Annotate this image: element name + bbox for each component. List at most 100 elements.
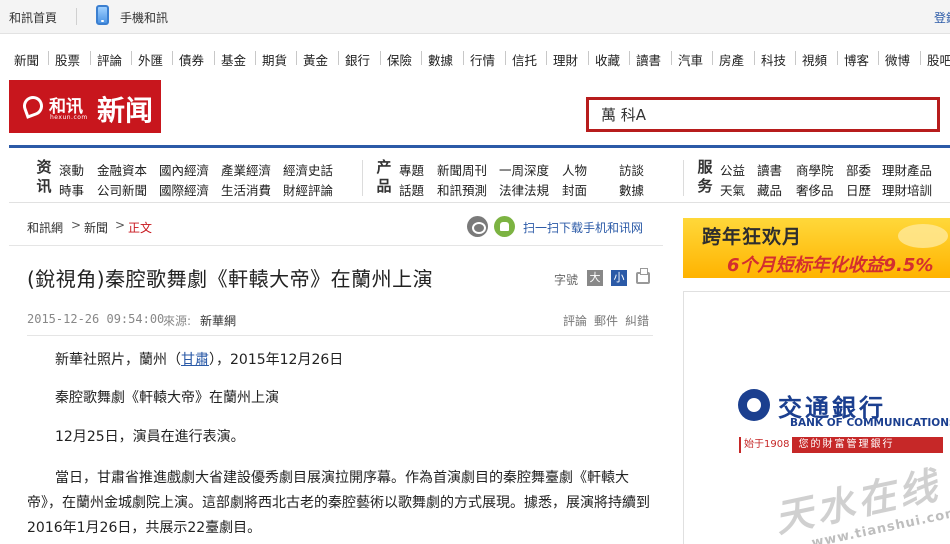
channel-link[interactable]: 收藏 (595, 50, 620, 69)
category-link[interactable]: 專題 (399, 160, 424, 179)
channel-divider (754, 51, 755, 65)
gansu-link[interactable]: 甘肅 (181, 352, 209, 368)
category-link[interactable]: 人物 (562, 160, 587, 179)
channel-link[interactable]: 數據 (428, 50, 453, 69)
category-link[interactable]: 讀書 (757, 160, 782, 179)
channel-divider (338, 51, 339, 65)
channel-link[interactable]: 科技 (761, 50, 786, 69)
logo-news: 新闻 (97, 94, 154, 127)
category-link[interactable]: 商學院 (796, 160, 834, 179)
channel-link[interactable]: 債券 (179, 50, 204, 69)
channel-divider (712, 51, 713, 65)
category-link[interactable]: 公司新聞 (97, 180, 147, 199)
mobile-link[interactable]: 手機和訊 (120, 9, 168, 26)
category-link[interactable]: 話題 (399, 180, 424, 199)
category-link[interactable]: 新聞周刊 (437, 160, 487, 179)
source-label: 來源: (163, 314, 192, 328)
category-link[interactable]: 數據 (619, 180, 644, 199)
category-link[interactable]: 和訊預測 (437, 180, 487, 199)
channel-divider (920, 51, 921, 65)
logo-domain: hexun.com (50, 114, 88, 121)
channel-link[interactable]: 行情 (470, 50, 495, 69)
category-link[interactable]: 部委 (846, 160, 871, 179)
channel-link[interactable]: 黃金 (303, 50, 328, 69)
print-icon[interactable] (636, 268, 650, 284)
category-link[interactable]: 一周深度 (499, 160, 549, 179)
channel-divider (546, 51, 547, 65)
category-link[interactable]: 國內經濟 (159, 160, 209, 179)
channel-link[interactable]: 股票 (55, 50, 80, 69)
channel-link[interactable]: 評論 (97, 50, 122, 69)
search-input[interactable] (589, 100, 937, 129)
category-link[interactable]: 訪談 (619, 160, 644, 179)
category-link[interactable]: 生活消費 (221, 180, 271, 199)
channel-link[interactable]: 信托 (512, 50, 537, 69)
coin-graphic (898, 224, 948, 248)
email-link[interactable]: 郵件 (594, 312, 618, 329)
category-link[interactable]: 滾動 (59, 160, 84, 179)
category-link[interactable]: 封面 (562, 180, 587, 199)
channel-link[interactable]: 微博 (885, 50, 910, 69)
channel-link[interactable]: 理財 (553, 50, 578, 69)
channel-divider (255, 51, 256, 65)
channel-link[interactable]: 外匯 (138, 50, 163, 69)
channel-divider (380, 51, 381, 65)
category-link[interactable]: 金融資本 (97, 160, 147, 179)
paragraph-text: ），2015年12月26日 (209, 352, 344, 368)
channel-link[interactable]: 新聞 (14, 50, 39, 69)
category-link[interactable]: 法律法規 (499, 180, 549, 199)
category-divider (362, 160, 363, 196)
channel-divider (837, 51, 838, 65)
channel-link[interactable]: 基金 (221, 50, 246, 69)
category-divider (683, 160, 684, 196)
category-link[interactable]: 時事 (59, 180, 84, 199)
comment-link[interactable]: 評論 (563, 312, 587, 329)
category-link[interactable]: 國際經濟 (159, 180, 209, 199)
category-title-news: 资讯 (36, 158, 52, 195)
category-link[interactable]: 公益 (720, 160, 745, 179)
category-link[interactable]: 日歷 (846, 180, 871, 199)
article-paragraph: 12月25日，演員在進行表演。 (55, 429, 245, 445)
channel-link[interactable]: 博客 (844, 50, 869, 69)
login-link[interactable]: 登錄 (934, 9, 950, 26)
category-link[interactable]: 財經評論 (283, 180, 333, 199)
article-paragraph: 新華社照片，蘭州（甘肅），2015年12月26日 (27, 349, 653, 372)
source-name[interactable]: 新華網 (200, 312, 236, 329)
android-icon[interactable] (494, 216, 515, 237)
category-link[interactable]: 奢侈品 (796, 180, 834, 199)
channel-link[interactable]: 視頻 (802, 50, 827, 69)
category-link[interactable]: 經濟史話 (283, 160, 333, 179)
promo-headline: 跨年狂欢月 (702, 226, 803, 248)
channel-link[interactable]: 保險 (387, 50, 412, 69)
mobile-phone-icon[interactable] (96, 5, 109, 25)
channel-divider (878, 51, 879, 65)
category-link[interactable]: 產業經濟 (221, 160, 271, 179)
category-link[interactable]: 天氣 (720, 180, 745, 199)
report-error-link[interactable]: 糾錯 (625, 312, 649, 329)
breadcrumb-section[interactable]: 新聞 (84, 219, 108, 236)
category-bar: 资讯滾動 金融資本 國內經濟 產業經濟 經濟史話 時事 公司新聞 國際經濟 生活消費 財經評論 产品… (9, 145, 950, 203)
channel-divider (795, 51, 796, 65)
home-link[interactable]: 和訊首頁 (9, 9, 57, 26)
promo-banner[interactable]: 跨年狂欢月 6个月短标年化收益9.5% (683, 218, 950, 278)
channel-divider (131, 51, 132, 65)
category-link[interactable]: 理財產品 (882, 160, 932, 179)
site-logo[interactable]: 和讯 hexun.com 新闻 (9, 80, 161, 133)
channel-link[interactable]: 期貨 (262, 50, 287, 69)
channel-divider (505, 51, 506, 65)
channel-link[interactable]: 房產 (719, 50, 744, 69)
breadcrumb-home[interactable]: 和訊網 (27, 219, 63, 236)
channel-divider (463, 51, 464, 65)
font-small-button[interactable]: 小 (611, 270, 627, 286)
category-link[interactable]: 藏品 (757, 180, 782, 199)
channel-divider (90, 51, 91, 65)
download-app-link[interactable]: 扫一扫下载手机和讯网 (523, 219, 643, 236)
category-link[interactable]: 理財培訓 (882, 180, 932, 199)
channel-link[interactable]: 汽車 (678, 50, 703, 69)
channel-link[interactable]: 讀書 (636, 50, 661, 69)
bank-slogan: 您的財富管理銀行 (798, 439, 895, 450)
font-large-button[interactable]: 大 (587, 270, 603, 286)
weibo-icon[interactable] (467, 216, 488, 237)
channel-link[interactable]: 股吧 (927, 50, 950, 69)
channel-link[interactable]: 銀行 (345, 50, 370, 69)
